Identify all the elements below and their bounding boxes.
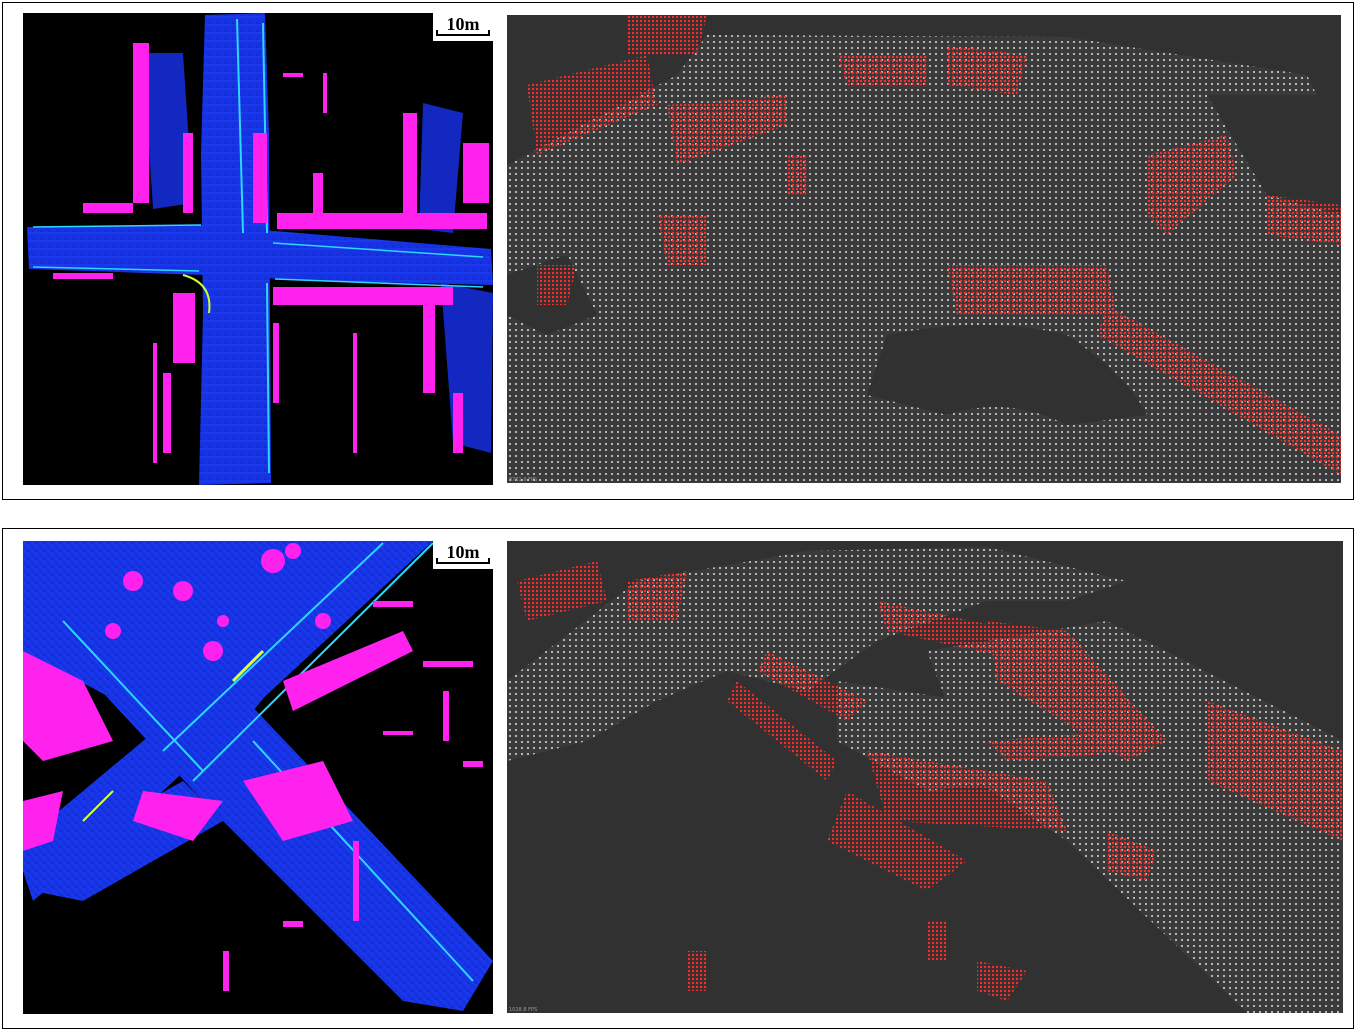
top-scale-bar: 10m [433, 13, 493, 41]
bottom-elevation-map: 10m [23, 541, 493, 1014]
panel-top: 10m 8761.9 FPS [2, 2, 1354, 500]
bottom-point-cloud: 1028.8 FPS [507, 541, 1343, 1013]
top-fps-readout: 8761.9 FPS [509, 477, 537, 483]
bottom-scale-bar: 10m [433, 541, 493, 569]
top-elevation-map: 10m [23, 13, 493, 485]
bottom-scale-line [436, 558, 490, 564]
top-scale-line [436, 30, 490, 36]
top-point-cloud: 8761.9 FPS [507, 15, 1341, 483]
bottom-fps-readout: 1028.8 FPS [509, 1007, 537, 1013]
panel-bottom: 10m 1028.8 FPS [2, 528, 1354, 1029]
